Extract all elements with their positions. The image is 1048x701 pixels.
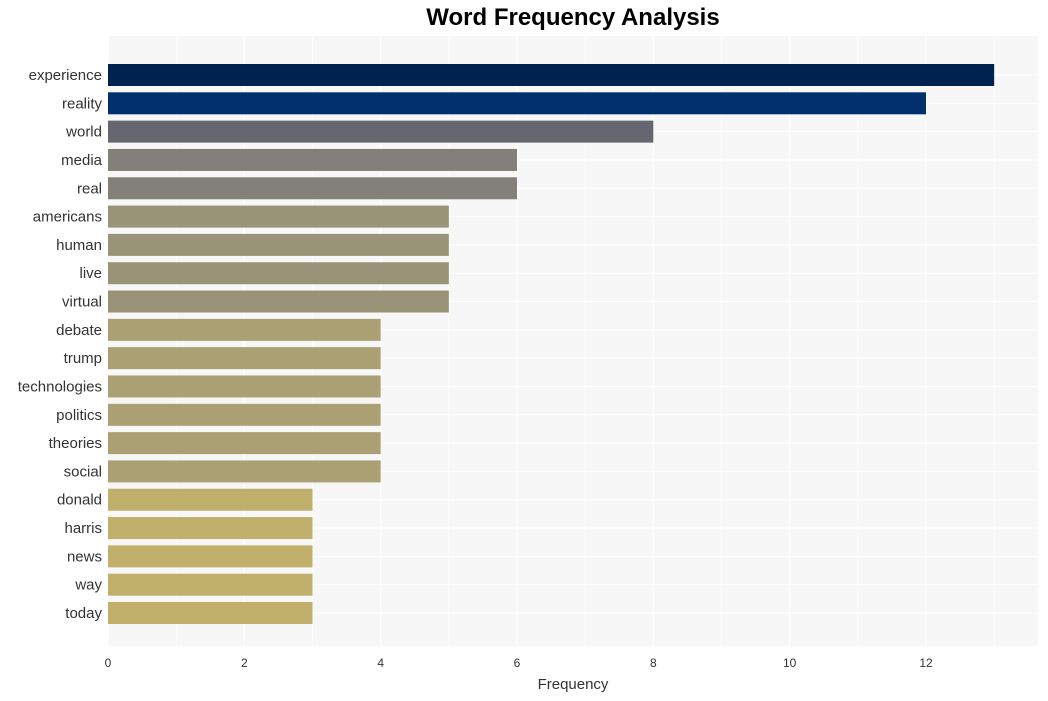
bar-trump — [108, 347, 381, 370]
y-tick-label: harris — [64, 520, 102, 537]
y-tick-label: live — [79, 265, 102, 282]
x-tick-label: 0 — [105, 656, 112, 670]
y-tick-label: donald — [57, 492, 102, 509]
y-tick-label: real — [77, 180, 102, 197]
bar-social — [108, 460, 381, 483]
x-tick-label: 4 — [377, 656, 384, 670]
y-tick-label: media — [61, 152, 103, 169]
x-tick-label: 10 — [783, 656, 797, 670]
bar-world — [108, 120, 654, 143]
x-axis-label: Frequency — [538, 676, 609, 693]
bar-donald — [108, 488, 313, 511]
y-tick-label: human — [56, 237, 102, 254]
y-tick-label: way — [74, 577, 102, 594]
y-tick-label: politics — [56, 407, 102, 424]
y-tick-label: social — [64, 463, 102, 480]
bar-real — [108, 177, 517, 200]
bar-human — [108, 233, 449, 256]
y-tick-label: technologies — [18, 378, 102, 395]
bar-way — [108, 573, 313, 596]
bar-reality — [108, 92, 926, 115]
y-tick-label: debate — [56, 322, 102, 339]
x-tick-labels: 0 2 4 6 8 10 12 — [105, 656, 933, 670]
bar-americans — [108, 205, 449, 228]
bar-chart: experience reality world media real americans… — [18, 36, 1038, 693]
y-tick-label: theories — [49, 435, 102, 452]
y-tick-label: reality — [62, 95, 103, 112]
y-tick-label: virtual — [62, 294, 102, 311]
bar-virtual — [108, 290, 449, 313]
x-tick-label: 12 — [919, 656, 933, 670]
x-tick-label: 6 — [514, 656, 521, 670]
bar-politics — [108, 403, 381, 426]
x-tick-label: 8 — [650, 656, 657, 670]
bar-media — [108, 148, 517, 171]
y-tick-label: today — [65, 605, 102, 622]
bar-experience — [108, 64, 995, 86]
bar-debate — [108, 318, 381, 341]
bar-live — [108, 262, 449, 285]
bar-today — [108, 602, 313, 624]
y-tick-label: experience — [29, 67, 102, 84]
bar-theories — [108, 432, 381, 455]
x-tick-label: 2 — [241, 656, 248, 670]
bar-technologies — [108, 375, 381, 398]
bar-harris — [108, 517, 313, 540]
y-tick-label: trump — [64, 350, 102, 367]
y-tick-label: world — [65, 124, 102, 141]
y-tick-label: americans — [33, 209, 102, 226]
bar-news — [108, 545, 313, 568]
y-tick-labels: experience reality world media real americans… — [18, 67, 103, 622]
y-tick-label: news — [67, 548, 102, 565]
